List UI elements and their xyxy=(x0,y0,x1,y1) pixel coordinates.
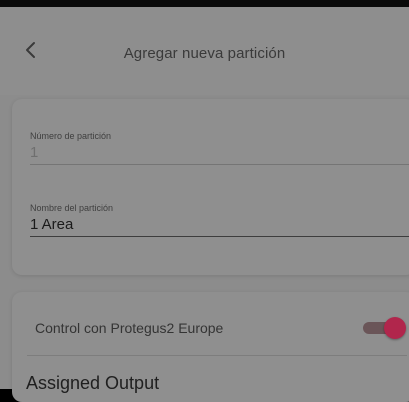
options-divider xyxy=(27,355,407,356)
app-header: Agregar nueva partición xyxy=(0,7,409,95)
partition-options-card: Control con Protegus2 Europe Assigned Ou… xyxy=(12,292,409,402)
partition-number-underline xyxy=(30,164,409,165)
toggle-thumb[interactable] xyxy=(384,317,406,339)
partition-number-value[interactable]: 1 xyxy=(30,144,409,164)
partition-number-label: Número de partición xyxy=(30,131,112,141)
page-title: Agregar nueva partición xyxy=(123,45,286,62)
status-bar xyxy=(0,0,409,7)
partition-name-label: Nombre del partición xyxy=(30,203,114,213)
partition-number-field[interactable]: Número de partición 1 xyxy=(30,131,409,165)
protegus-control-label: Control con Protegus2 Europe xyxy=(35,320,224,336)
protegus-control-row[interactable]: Control con Protegus2 Europe xyxy=(35,316,406,340)
assigned-output-heading: Assigned Output xyxy=(26,373,160,393)
partition-name-field[interactable]: Nombre del partición 1 Area xyxy=(30,203,409,237)
partition-name-input[interactable]: 1 Area xyxy=(30,216,409,236)
partition-name-underline xyxy=(30,236,409,237)
app-screen: Agregar nueva partición Número de partic… xyxy=(0,0,409,402)
partition-form-card: Número de partición 1 Nombre del partici… xyxy=(12,99,409,275)
protegus-control-toggle[interactable] xyxy=(359,316,406,340)
